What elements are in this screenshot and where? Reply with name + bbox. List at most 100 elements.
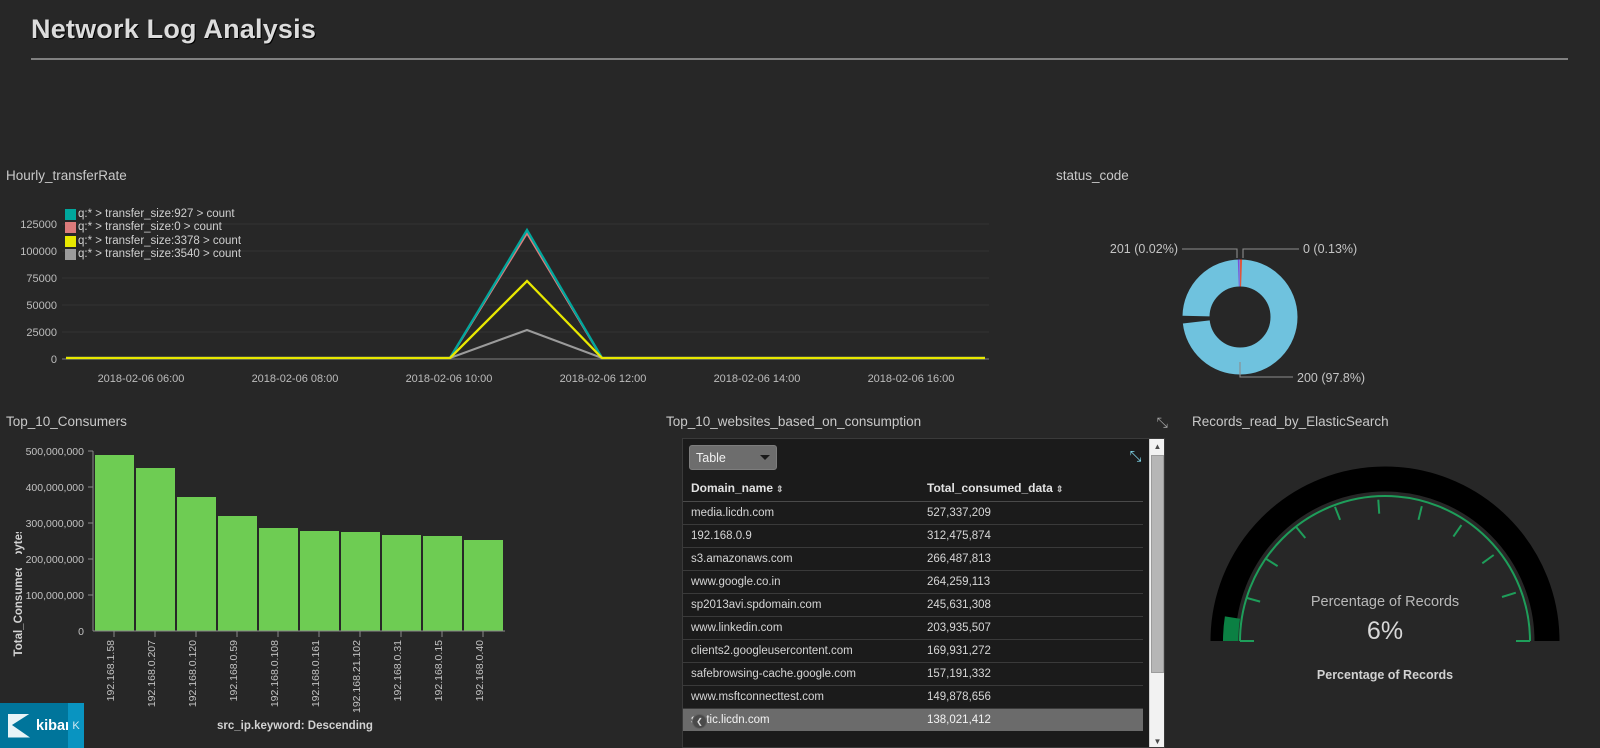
bar-item — [136, 468, 175, 631]
row-collapse-icon[interactable]: ❮ — [692, 714, 707, 729]
svg-text:300,000,000: 300,000,000 — [26, 518, 85, 530]
bar-x-axis-label: src_ip.keyword: Descending — [217, 720, 373, 732]
column-header-label: Total_consumed_data — [927, 481, 1053, 495]
panel-title-records-read: Records_read_by_ElasticSearch — [1192, 414, 1389, 429]
kibana-branding-badge[interactable]: kibana K — [0, 703, 84, 748]
svg-text:2018-02-06 06:00: 2018-02-06 06:00 — [98, 373, 185, 385]
scrollbar-thumb[interactable] — [1151, 455, 1164, 673]
cell-value: 203,935,507 — [921, 616, 1143, 640]
data-table: Domain_name ⇕ Total_consumed_data ⇕ media.… — [683, 477, 1143, 731]
table-row[interactable]: static.licdn.com 138,021,412 — [683, 708, 1143, 731]
panel-status-code: status_code 201 (0.02%) 0 (0.13%) 200 (9… — [1050, 160, 1600, 390]
svg-text:2018-02-06 12:00: 2018-02-06 12:00 — [560, 373, 647, 385]
table-row[interactable]: www.google.co.in 264,259,113 — [683, 570, 1143, 594]
table-toolbar: Table ⤢ — [683, 439, 1164, 477]
table-header-row: Domain_name ⇕ Total_consumed_data ⇕ — [683, 477, 1143, 502]
cell-value: 312,475,874 — [921, 524, 1143, 548]
legend-label: q:* > transfer_size:3378 > count — [78, 234, 242, 247]
table-row[interactable]: www.linkedin.com 203,935,507 — [683, 616, 1143, 640]
gauge-expand-icon[interactable]: ⤢ — [1157, 414, 1168, 431]
expand-icon[interactable]: ⤢ — [1130, 448, 1142, 465]
legend-label: q:* > transfer_size:927 > count — [78, 208, 235, 220]
sort-icon[interactable]: ⇕ — [776, 484, 784, 494]
line-chart-legend: q:* > transfer_size:927 > count q:* > tr… — [65, 208, 241, 261]
column-header-domain-name[interactable]: Domain_name ⇕ — [683, 477, 921, 502]
table-row[interactable]: 192.168.0.9 312,475,874 — [683, 524, 1143, 548]
table-row[interactable]: www.msftconnecttest.com 149,878,656 — [683, 685, 1143, 709]
bar-item — [464, 540, 503, 631]
data-table-container: Table ⤢ Domain_name ⇕ Total_consumed_data… — [682, 438, 1165, 748]
sort-icon[interactable]: ⇕ — [1056, 484, 1064, 494]
table-row[interactable]: s3.amazonaws.com 266,487,813 — [683, 547, 1143, 571]
chevron-down-icon — [760, 455, 770, 460]
svg-text:500,000,000: 500,000,000 — [26, 446, 85, 458]
gauge-chart-svg: Percentage of Records 6% — [1210, 466, 1560, 645]
table-row[interactable]: media.licdn.com 527,337,209 — [683, 501, 1143, 525]
bar-x-tick: 192.168.1.58 — [105, 640, 117, 701]
bar-x-tick: 192.168.21.102 — [351, 640, 363, 713]
legend-swatch-icon — [65, 209, 76, 221]
scroll-down-arrow-icon[interactable]: ▼ — [1150, 734, 1164, 747]
column-header-total-consumed-data[interactable]: Total_consumed_data ⇕ — [921, 477, 1143, 502]
svg-text:2018-02-06 10:00: 2018-02-06 10:00 — [406, 373, 493, 385]
cell-domain: www.msftconnecttest.com — [683, 685, 921, 709]
panel-title-hourly-transfer-rate: Hourly_transferRate — [6, 168, 127, 183]
visualization-type-value: Table — [696, 450, 726, 465]
cell-value: 264,259,113 — [921, 570, 1143, 594]
kibana-logo-icon — [8, 713, 30, 738]
svg-text:100000: 100000 — [20, 246, 57, 258]
svg-text:400,000,000: 400,000,000 — [26, 482, 85, 494]
bar-x-tick: 192.168.0.108 — [269, 640, 281, 707]
cell-value: 149,878,656 — [921, 685, 1143, 709]
legend-item[interactable]: q:* > transfer_size:3378 > count — [65, 235, 241, 248]
cell-value: 245,631,308 — [921, 593, 1143, 617]
bar-item — [300, 531, 339, 631]
cell-value: 266,487,813 — [921, 547, 1143, 571]
legend-item[interactable]: q:* > transfer_size:0 > count — [65, 221, 241, 234]
donut-annotation-201: 201 (0.02%) — [1110, 242, 1178, 256]
svg-text:2018-02-06 14:00: 2018-02-06 14:00 — [714, 373, 801, 385]
svg-text:0: 0 — [78, 626, 84, 638]
panel-title-status-code: status_code — [1056, 168, 1129, 183]
svg-text:2018-02-06 08:00: 2018-02-06 08:00 — [252, 373, 339, 385]
cell-domain: media.licdn.com — [683, 501, 921, 525]
bar-item — [95, 455, 134, 631]
bar-x-tick: 192.168.0.40 — [474, 640, 486, 701]
series-transfer-size-3378 — [66, 279, 985, 360]
bar-x-tick: 192.168.0.120 — [187, 640, 199, 707]
cell-value: 169,931,272 — [921, 639, 1143, 663]
gauge-metric-value: 6% — [1367, 617, 1403, 645]
bar-item — [423, 536, 462, 631]
panel-top-10-consumers: Top_10_Consumers Total_Consumed_bytes 50… — [0, 406, 660, 748]
cell-value: 138,021,412 — [927, 714, 991, 726]
legend-label: q:* > transfer_size:0 > count — [78, 221, 222, 234]
kibana-corner-label: K — [68, 703, 84, 748]
bar-item — [382, 535, 421, 631]
cell-domain: 192.168.0.9 — [683, 524, 921, 548]
legend-item[interactable]: q:* > transfer_size:3540 > count — [65, 248, 241, 261]
bar-x-tick: 192.168.0.31 — [392, 640, 404, 701]
bar-x-tick: 192.168.0.161 — [310, 640, 322, 707]
panel-top-10-websites: Top_10_websites_based_on_consumption Tab… — [660, 406, 1170, 748]
bar-item — [177, 497, 216, 631]
donut-chart-svg: 201 (0.02%) 0 (0.13%) 200 (97.8%) — [1110, 242, 1365, 385]
gauge-value-segment — [1223, 616, 1240, 641]
scroll-up-arrow-icon[interactable]: ▲ — [1150, 439, 1164, 454]
table-row[interactable]: safebrowsing-cache.google.com 157,191,332 — [683, 662, 1143, 686]
svg-text:0: 0 — [51, 354, 57, 366]
gauge-metric-label: Percentage of Records — [1311, 594, 1459, 610]
page-title: Network Log Analysis — [31, 14, 317, 44]
gauge-footer-label: Percentage of Records — [1316, 668, 1454, 682]
cell-domain: clients2.googleusercontent.com — [683, 639, 921, 663]
visualization-type-select[interactable]: Table — [689, 445, 777, 470]
table-scrollbar[interactable]: ▲ ▼ — [1149, 439, 1164, 747]
donut-annotation-200: 200 (97.8%) — [1297, 371, 1365, 385]
legend-item[interactable]: q:* > transfer_size:927 > count — [65, 208, 241, 221]
table-row[interactable]: clients2.googleusercontent.com 169,931,27… — [683, 639, 1143, 663]
cell-domain: static.licdn.com — [691, 714, 770, 726]
svg-text:100,000,000: 100,000,000 — [26, 590, 85, 602]
table-row[interactable]: sp2013avi.spdomain.com 245,631,308 — [683, 593, 1143, 617]
panel-hourly-transfer-rate: Hourly_transferRate 125000 100000 75000 … — [0, 160, 1030, 390]
bar-item — [218, 516, 257, 631]
bar-chart-svg: Total_Consumed_bytes 500,000,000 400,000… — [10, 446, 505, 732]
